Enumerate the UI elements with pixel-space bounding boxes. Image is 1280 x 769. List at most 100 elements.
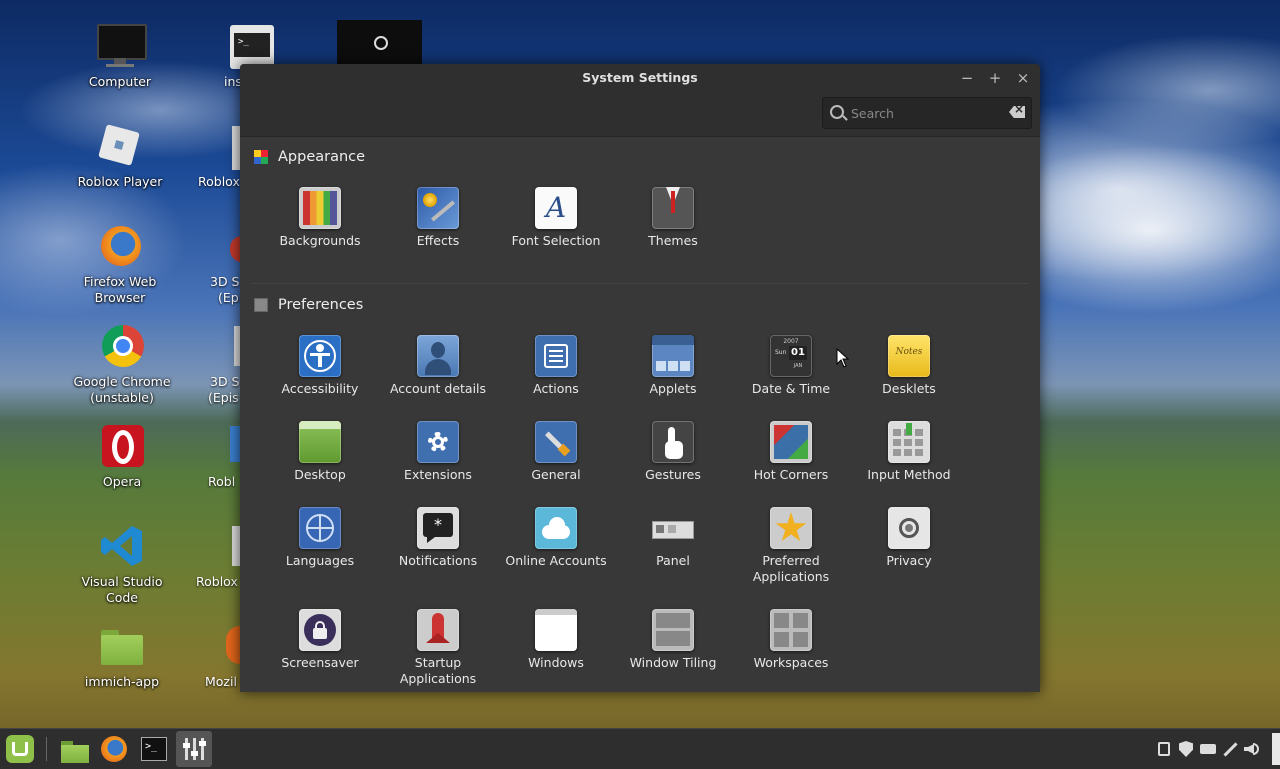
settings-item-privacy[interactable]: Privacy bbox=[850, 507, 968, 569]
volume-icon[interactable] bbox=[1244, 741, 1260, 757]
firefox-icon bbox=[96, 222, 144, 270]
opera-icon bbox=[98, 422, 146, 470]
desktop-icon-computer[interactable]: Computer bbox=[70, 22, 170, 90]
lock-icon bbox=[299, 609, 341, 651]
settings-item-font-selection[interactable]: A Font Selection bbox=[497, 187, 615, 249]
desktop-icon-label: Computer bbox=[88, 74, 152, 89]
settings-item-panel[interactable]: Panel bbox=[614, 507, 732, 569]
desktop-icon-vscode[interactable]: Visual Studio Code bbox=[72, 522, 172, 606]
desktop-icon-label: Firefox Web Browser bbox=[83, 274, 157, 305]
roblox-icon bbox=[96, 122, 144, 170]
desktop-icon-label: (Epi bbox=[218, 290, 243, 305]
settings-item-effects[interactable]: Effects bbox=[379, 187, 497, 249]
settings-item-desktop[interactable]: Desktop bbox=[261, 421, 379, 483]
tiling-icon bbox=[652, 609, 694, 651]
privacy-icon bbox=[888, 507, 930, 549]
firefox-icon[interactable] bbox=[226, 626, 240, 664]
desktop-icon-label: Roblox bbox=[196, 574, 238, 589]
section-header-preferences: Preferences bbox=[254, 295, 363, 315]
settings-item-languages[interactable]: Languages bbox=[261, 507, 379, 569]
settings-item-general[interactable]: General bbox=[497, 421, 615, 483]
section-title: Preferences bbox=[278, 297, 364, 313]
terminal-icon[interactable]: >_ bbox=[140, 735, 168, 763]
terminal-icon[interactable]: >_ bbox=[230, 25, 274, 69]
settings-item-accessibility[interactable]: Accessibility bbox=[261, 335, 379, 397]
section-header-appearance: Appearance bbox=[254, 147, 365, 167]
settings-item-date-time[interactable]: 2007 Sun 01 JAN Date & Time bbox=[732, 335, 850, 397]
settings-item-actions[interactable]: Actions bbox=[497, 335, 615, 397]
thumbnail-icon[interactable] bbox=[337, 20, 422, 64]
gear-icon bbox=[417, 421, 459, 463]
desktop-icon-label: 3D S bbox=[210, 374, 240, 389]
keyboard-icon[interactable] bbox=[1200, 741, 1216, 757]
pen-icon[interactable] bbox=[1222, 741, 1238, 757]
rocket-icon bbox=[417, 609, 459, 651]
hot-corners-icon bbox=[770, 421, 812, 463]
desktop-icon-firefox[interactable]: Firefox Web Browser bbox=[70, 222, 170, 306]
desktop-icon-label: Mozil bbox=[205, 674, 237, 689]
settings-item-applets[interactable]: Applets bbox=[614, 335, 732, 397]
panel-icon bbox=[652, 507, 694, 549]
section-title: Appearance bbox=[278, 149, 366, 165]
actions-icon bbox=[535, 335, 577, 377]
hand-pointer-icon bbox=[652, 421, 694, 463]
desktop-icon-roblox-player[interactable]: Roblox Player bbox=[70, 122, 170, 190]
user-icon bbox=[417, 335, 459, 377]
settings-item-backgrounds[interactable]: Backgrounds bbox=[261, 187, 379, 249]
settings-item-extensions[interactable]: Extensions bbox=[379, 421, 497, 483]
chrome-icon bbox=[98, 322, 146, 370]
window-titlebar[interactable]: System Settings − + × bbox=[240, 64, 1040, 137]
clear-search-icon[interactable] bbox=[1009, 106, 1025, 118]
settings-item-startup-applications[interactable]: Startup Applications bbox=[379, 609, 497, 687]
workspaces-icon bbox=[770, 609, 812, 651]
settings-item-gestures[interactable]: Gestures bbox=[614, 421, 732, 483]
settings-item-notifications[interactable]: * Notifications bbox=[379, 507, 497, 569]
minimize-button[interactable]: − bbox=[957, 68, 977, 88]
settings-item-screensaver[interactable]: Screensaver bbox=[261, 609, 379, 671]
themes-icon bbox=[652, 187, 694, 229]
settings-icon[interactable] bbox=[176, 731, 212, 767]
search-icon bbox=[830, 105, 844, 119]
clipboard-icon[interactable] bbox=[1156, 741, 1172, 757]
notification-icon: * bbox=[417, 507, 459, 549]
settings-item-account-details[interactable]: Account details bbox=[379, 335, 497, 397]
maximize-button[interactable]: + bbox=[985, 68, 1005, 88]
desktop-icon-label: Google Chrome (unstable) bbox=[73, 374, 171, 405]
desktop-icon-label: Roblox bbox=[198, 174, 240, 189]
appearance-icon bbox=[254, 150, 268, 164]
settings-item-themes[interactable]: Themes bbox=[614, 187, 732, 249]
desktop-icon-label: 3D S bbox=[210, 274, 240, 289]
settings-item-input-method[interactable]: Input Method bbox=[850, 421, 968, 483]
globe-icon bbox=[299, 507, 341, 549]
files-icon[interactable] bbox=[60, 735, 89, 763]
desktop-icon-opera[interactable]: Opera bbox=[72, 422, 172, 490]
search-input[interactable] bbox=[849, 102, 1003, 124]
settings-item-online-accounts[interactable]: Online Accounts bbox=[497, 507, 615, 569]
settings-item-workspaces[interactable]: Workspaces bbox=[732, 609, 850, 671]
desktop-icon-label: immich-app bbox=[84, 674, 160, 689]
taskbar-separator bbox=[46, 737, 47, 761]
shield-icon[interactable] bbox=[1178, 741, 1194, 757]
wrench-icon bbox=[535, 421, 577, 463]
window-title: System Settings bbox=[582, 70, 698, 85]
desktop-icon-immich-app[interactable]: immich-app bbox=[72, 622, 172, 690]
roblox-icon[interactable] bbox=[232, 526, 240, 566]
desktop-icon-label: (Epis bbox=[208, 390, 239, 405]
font-icon: A bbox=[535, 187, 577, 229]
close-button[interactable]: × bbox=[1013, 68, 1033, 88]
mint-menu-icon[interactable] bbox=[6, 735, 34, 763]
app-icon[interactable] bbox=[230, 426, 240, 462]
folder-icon bbox=[98, 622, 146, 670]
settings-item-preferred-applications[interactable]: Preferred Applications bbox=[732, 507, 850, 585]
firefox-icon[interactable] bbox=[100, 735, 128, 763]
desktop-icon bbox=[299, 421, 341, 463]
desktop-icon-label: Robl bbox=[208, 474, 236, 489]
tray-edge bbox=[1272, 733, 1280, 765]
settings-item-desklets[interactable]: Notes Desklets bbox=[850, 335, 968, 397]
settings-item-hot-corners[interactable]: Hot Corners bbox=[732, 421, 850, 483]
vscode-icon bbox=[98, 522, 146, 570]
settings-item-windows[interactable]: Windows bbox=[497, 609, 615, 671]
settings-item-window-tiling[interactable]: Window Tiling bbox=[614, 609, 732, 671]
calendar-icon: 2007 Sun 01 JAN bbox=[770, 335, 812, 377]
desktop-icon-chrome[interactable]: Google Chrome (unstable) bbox=[72, 322, 172, 406]
